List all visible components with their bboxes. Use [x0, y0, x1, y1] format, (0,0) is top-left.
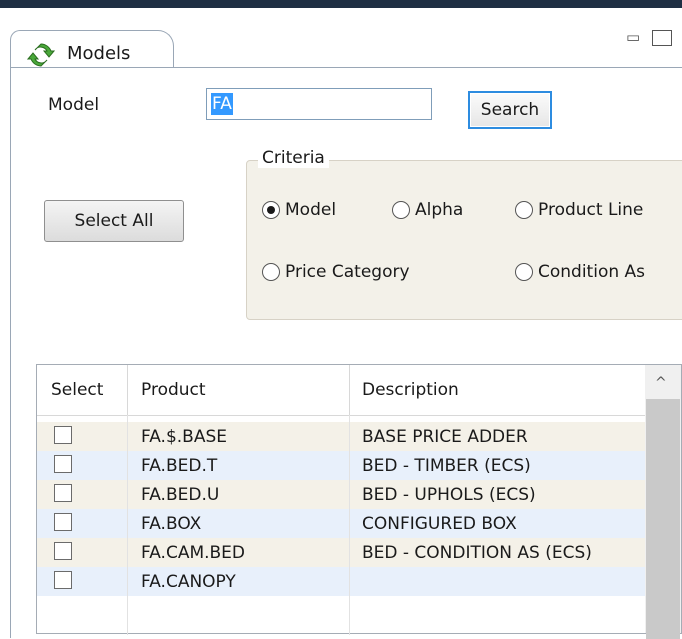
radio-label-model: Model — [285, 200, 337, 220]
radio-dot-condition-as — [515, 263, 533, 281]
table-row[interactable]: FA.BED.U BED - UPHOLS (ECS) — [37, 480, 645, 509]
table-header: Select Product Description — [37, 365, 647, 416]
radio-dot-model — [262, 201, 280, 219]
radio-label-condition-as: Condition As — [538, 262, 646, 282]
tab-strip: Models ▭ — [0, 8, 682, 77]
minimize-icon[interactable]: ▭ — [626, 28, 640, 46]
product-cell: FA.CANOPY — [141, 572, 236, 592]
maximize-icon[interactable] — [652, 30, 672, 46]
search-button[interactable]: Search — [468, 91, 552, 129]
model-input[interactable]: FA — [206, 88, 432, 120]
table-row[interactable]: FA.BOX CONFIGURED BOX — [37, 509, 645, 538]
column-header-select[interactable]: Select — [51, 380, 103, 400]
table-row[interactable]: FA.$.BASE BASE PRICE ADDER — [37, 422, 645, 451]
table-row[interactable]: FA.BED.T BED - TIMBER (ECS) — [37, 451, 645, 480]
select-all-button[interactable]: Select All — [44, 200, 184, 242]
description-cell: BASE PRICE ADDER — [362, 427, 528, 447]
table-row[interactable]: FA.CANOPY — [37, 567, 645, 596]
column-gridline — [127, 415, 128, 635]
radio-product-line[interactable]: Product Line — [515, 200, 643, 220]
product-cell: FA.$.BASE — [141, 427, 227, 447]
tab-title: Models — [67, 43, 131, 64]
product-cell: FA.CAM.BED — [141, 543, 246, 563]
radio-dot-product-line — [515, 201, 533, 219]
search-button-label: Search — [480, 100, 540, 120]
select-all-label: Select All — [74, 211, 154, 231]
description-cell: BED - UPHOLS (ECS) — [362, 485, 536, 505]
product-cell: FA.BED.T — [141, 456, 218, 476]
description-cell: BED - TIMBER (ECS) — [362, 456, 531, 476]
row-checkbox[interactable] — [54, 571, 72, 589]
models-table: Select Product Description FA.$.BASE BAS… — [36, 364, 682, 639]
column-divider — [349, 365, 350, 415]
row-checkbox[interactable] — [54, 513, 72, 531]
row-checkbox[interactable] — [54, 542, 72, 560]
product-cell: FA.BED.U — [141, 485, 220, 505]
scrollbar-thumb[interactable] — [646, 399, 680, 639]
radio-dot-price-category — [262, 263, 280, 281]
column-gridline — [349, 415, 350, 635]
refresh-icon — [27, 43, 55, 67]
window-top-bar — [0, 0, 682, 8]
row-checkbox[interactable] — [54, 426, 72, 444]
row-checkbox[interactable] — [54, 484, 72, 502]
column-header-description[interactable]: Description — [362, 380, 459, 400]
table-row[interactable]: FA.CAM.BED BED - CONDITION AS (ECS) — [37, 538, 645, 567]
column-header-product[interactable]: Product — [141, 380, 206, 400]
radio-price-category[interactable]: Price Category — [262, 262, 410, 282]
column-divider — [127, 365, 128, 415]
radio-label-product-line: Product Line — [538, 200, 644, 220]
radio-label-price-category: Price Category — [285, 262, 410, 282]
row-checkbox[interactable] — [54, 455, 72, 473]
product-cell: FA.BOX — [141, 514, 202, 534]
radio-alpha[interactable]: Alpha — [392, 200, 463, 220]
model-label: Model — [48, 95, 100, 115]
description-cell: CONFIGURED BOX — [362, 514, 517, 534]
radio-model[interactable]: Model — [262, 200, 336, 220]
radio-dot-alpha — [392, 201, 410, 219]
radio-label-alpha: Alpha — [415, 200, 464, 220]
criteria-title: Criteria — [258, 148, 329, 168]
model-input-value: FA — [211, 93, 233, 115]
criteria-group — [246, 160, 682, 320]
description-cell: BED - CONDITION AS (ECS) — [362, 543, 592, 563]
scroll-up-icon[interactable]: ^ — [655, 375, 667, 391]
radio-condition-as[interactable]: Condition As — [515, 262, 645, 282]
